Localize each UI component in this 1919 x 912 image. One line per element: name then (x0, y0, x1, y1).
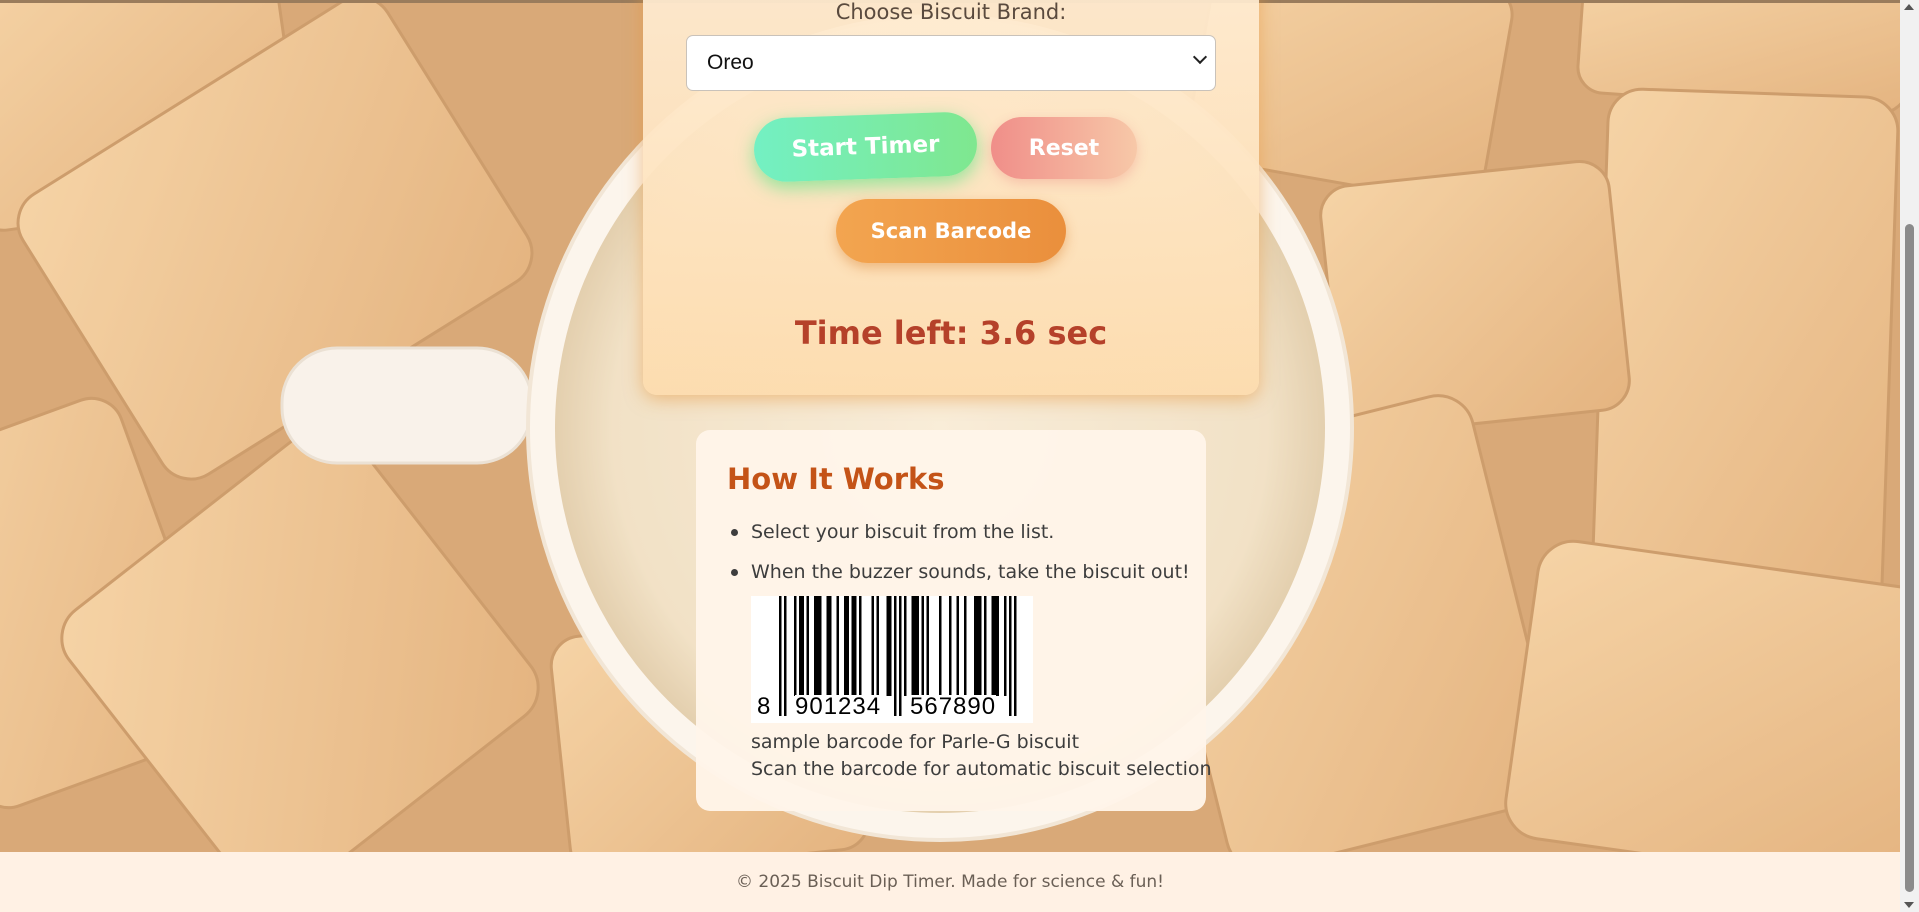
barcode-bar (799, 596, 802, 696)
scroll-down-arrow-icon[interactable] (1904, 902, 1914, 908)
reset-button[interactable]: Reset (991, 117, 1137, 179)
barcode-bar (854, 596, 857, 696)
brand-select-label: Choose Biscuit Brand: (835, 0, 1067, 24)
timer-panel: Choose Biscuit Brand: Oreo Start Timer R… (643, 0, 1259, 395)
barcode-caption: sample barcode for Parle-G biscuit (751, 731, 1080, 753)
barcode-bar (914, 596, 917, 696)
barcode-instruction: Scan the barcode for automatic biscuit s… (751, 758, 1212, 780)
scrollbar-thumb[interactable] (1905, 224, 1914, 892)
barcode-bar (801, 596, 804, 696)
barcode-bar (979, 596, 982, 696)
barcode-bar (876, 596, 879, 696)
barcode-bar (926, 596, 929, 696)
vertical-scrollbar[interactable] (1900, 0, 1919, 912)
barcode-bar (976, 596, 979, 696)
chevron-down-icon (1192, 49, 1208, 65)
sample-barcode-image: 8 901234 567890 (751, 596, 1033, 723)
barcode-right-digits: 567890 (910, 693, 997, 720)
barcode-bar (826, 596, 829, 696)
barcode-bar (806, 596, 809, 696)
barcode-bar (851, 596, 854, 696)
barcode-bar (974, 596, 977, 696)
start-timer-button[interactable]: Start Timer (752, 111, 979, 183)
barcode-bar (844, 596, 847, 696)
list-item: When the buzzer sounds, take the biscuit… (727, 560, 1190, 584)
how-it-works-title: How It Works (727, 462, 945, 496)
barcode-bar (886, 596, 889, 696)
scan-barcode-button[interactable]: Scan Barcode (836, 199, 1066, 263)
barcode-bar (949, 596, 952, 696)
biscuit-brand-select[interactable]: Oreo (686, 35, 1216, 91)
barcode-bar (996, 596, 999, 696)
barcode-bar (956, 596, 959, 696)
barcode-bar (921, 596, 924, 696)
page-footer: © 2025 Biscuit Dip Timer. Made for scien… (0, 852, 1900, 912)
barcode-left-digits: 901234 (795, 693, 882, 720)
barcode-bar (846, 596, 849, 696)
barcode-bar (779, 596, 782, 716)
barcode-bar (1004, 596, 1007, 696)
barcode-bar (829, 596, 832, 696)
barcode-bar (816, 596, 819, 696)
how-it-works-steps: Select your biscuit from the list. When … (727, 520, 1190, 600)
barcode-bar (994, 596, 997, 696)
barcode-bar (939, 596, 942, 696)
barcode-bar (784, 596, 787, 716)
barcode-bar (984, 596, 987, 696)
barcode-bar (836, 596, 839, 696)
time-left-display: Time left: 3.6 sec (794, 314, 1108, 352)
barcode-bar (814, 596, 817, 696)
barcode-bar (911, 596, 914, 696)
barcode-bar (916, 596, 919, 696)
barcode-bar (1014, 596, 1017, 716)
selected-brand-value: Oreo (707, 51, 754, 74)
barcode-bar (819, 596, 822, 696)
barcode-bar (899, 596, 902, 716)
barcode-bar (991, 596, 994, 696)
barcode-bar (794, 596, 797, 696)
scroll-up-arrow-icon[interactable] (1904, 4, 1914, 10)
barcode-bar (859, 596, 862, 696)
list-item: Select your biscuit from the list. (727, 520, 1190, 544)
barcode-bar (1009, 596, 1012, 716)
barcode-bar (889, 596, 892, 696)
barcode-bar (871, 596, 874, 696)
barcode-bar (964, 596, 967, 696)
how-it-works-card: How It Works Select your biscuit from th… (696, 430, 1212, 811)
barcode-bar (894, 596, 897, 716)
barcode-first-digit: 8 (757, 693, 771, 720)
barcode-bar (904, 596, 907, 696)
footer-text: © 2025 Biscuit Dip Timer. Made for scien… (736, 872, 1164, 892)
